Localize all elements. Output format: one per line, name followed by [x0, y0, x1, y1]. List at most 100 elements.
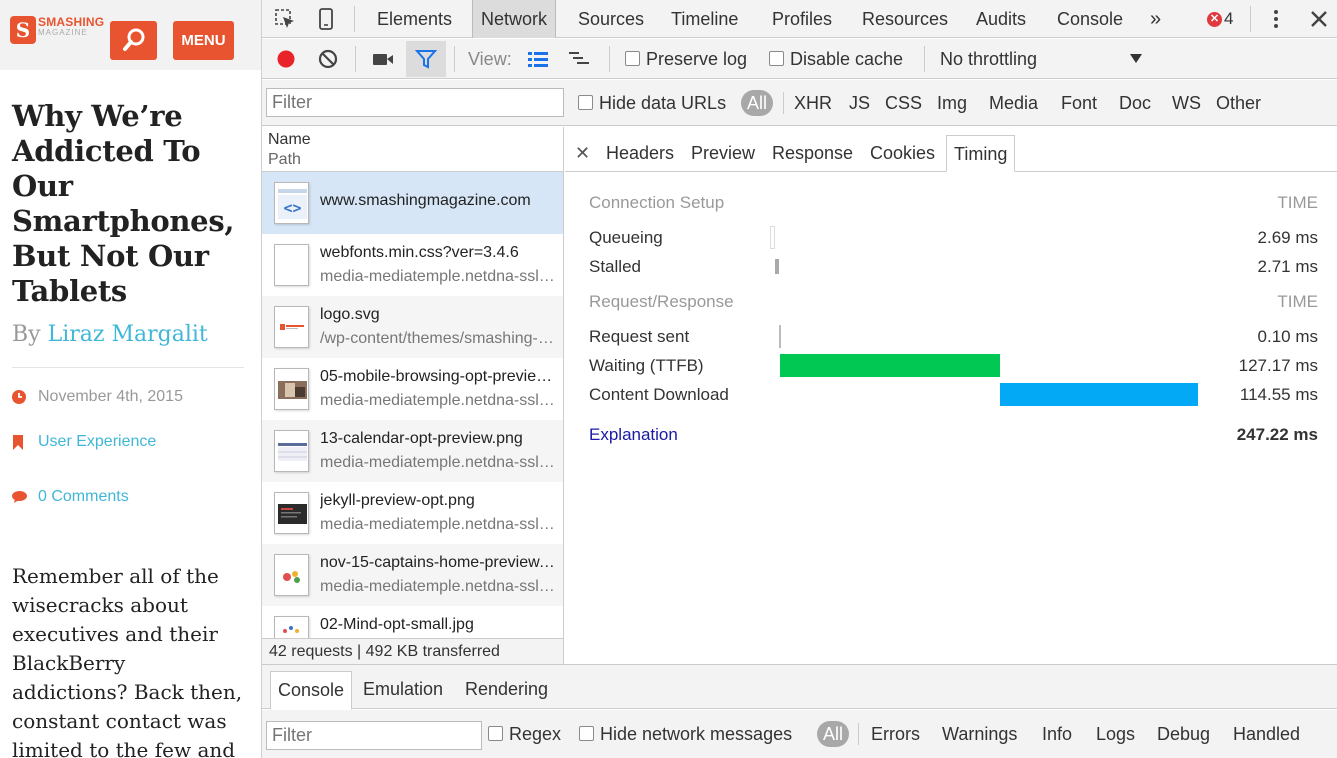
site-header: S SMASHING MAGAZINE MENU — [0, 0, 261, 70]
clear-icon[interactable] — [317, 48, 339, 70]
tab-timeline[interactable]: Timeline — [663, 0, 746, 38]
filter-icon[interactable] — [414, 48, 438, 70]
type-filter-all[interactable]: All — [741, 90, 774, 116]
drawer-tab-console[interactable]: Console — [270, 671, 353, 710]
console-filter-input[interactable] — [266, 721, 482, 750]
type-filter-css[interactable]: CSS — [885, 80, 922, 126]
logo-wordmark: SMASHING — [38, 15, 105, 29]
disable-cache-label: Disable cache — [790, 49, 904, 69]
article-comments[interactable]: 0 Comments — [12, 488, 129, 506]
network-filter-input[interactable] — [266, 88, 564, 117]
record-icon[interactable] — [275, 48, 297, 70]
tab-preview[interactable]: Preview — [684, 135, 762, 172]
disable-cache-box[interactable] — [769, 51, 784, 67]
request-row[interactable]: 13-calendar-opt-preview.png media-mediat… — [262, 420, 563, 482]
request-detail: ✕ Headers Preview Response Cookies Timin… — [565, 127, 1337, 664]
tab-network[interactable]: Network — [472, 0, 557, 38]
capture-screenshots-icon[interactable] — [372, 48, 394, 70]
request-row[interactable]: jekyll-preview-opt.png media-mediatemple… — [262, 482, 563, 544]
large-rows-icon[interactable] — [527, 48, 549, 70]
tab-resources[interactable]: Resources — [854, 0, 956, 38]
request-row[interactable]: 05-mobile-browsing-opt-preview.png media… — [262, 358, 563, 420]
type-filter-js[interactable]: JS — [849, 80, 870, 126]
close-icon[interactable] — [1308, 8, 1330, 30]
chevron-down-icon[interactable] — [1130, 54, 1142, 63]
throttling-select[interactable]: No throttling — [940, 39, 1037, 79]
level-filter-warnings[interactable]: Warnings — [942, 710, 1017, 758]
html-doc-icon: <> — [274, 182, 309, 224]
tab-timing[interactable]: Timing — [946, 135, 1016, 172]
date-text: November 4th, 2015 — [38, 388, 183, 405]
divider — [12, 367, 244, 368]
hide-network-box[interactable] — [579, 726, 594, 742]
type-filter-doc[interactable]: Doc — [1119, 80, 1151, 126]
article-title[interactable]: Why We’re Addicted To Our Smartphones, B… — [12, 99, 247, 309]
preserve-log-checkbox[interactable]: Preserve log — [625, 39, 747, 79]
inspect-element-icon[interactable] — [274, 8, 296, 30]
type-filter-ws[interactable]: WS — [1172, 80, 1201, 126]
error-count: 4 — [1224, 9, 1234, 28]
column-path-header[interactable]: Path — [268, 150, 557, 170]
request-row[interactable]: logo.svg /wp-content/themes/smashing-mag… — [262, 296, 563, 358]
close-detail-icon[interactable]: ✕ — [575, 135, 590, 172]
article-byline: By Liraz Margalit — [12, 322, 208, 347]
level-filter-errors[interactable]: Errors — [871, 710, 920, 758]
request-row[interactable]: nov-15-captains-home-preview.png media-m… — [262, 544, 563, 606]
level-filter-debug[interactable]: Debug — [1157, 710, 1210, 758]
column-name-header[interactable]: Name — [268, 130, 557, 150]
image-thumb-icon — [274, 554, 309, 596]
timing-bar-queueing — [770, 226, 775, 249]
type-filter-other[interactable]: Other — [1216, 80, 1261, 126]
level-filter-handled[interactable]: Handled — [1233, 710, 1300, 758]
device-mode-icon[interactable] — [315, 8, 337, 30]
type-filter-xhr[interactable]: XHR — [794, 80, 832, 126]
image-thumb-icon — [274, 368, 309, 410]
tab-elements[interactable]: Elements — [369, 0, 460, 38]
category-link[interactable]: User Experience — [38, 433, 156, 451]
tab-profiles[interactable]: Profiles — [764, 0, 840, 38]
network-toolbar: View: Preserve log Disable cache No thro… — [262, 39, 1337, 79]
hide-data-urls-box[interactable] — [578, 95, 593, 111]
request-row[interactable]: webfonts.min.css?ver=3.4.6 media-mediate… — [262, 234, 563, 296]
comments-link[interactable]: 0 Comments — [38, 488, 129, 506]
article-excerpt: Remember all of the wisecracks about exe… — [12, 564, 243, 758]
hide-data-urls-checkbox[interactable]: Hide data URLs — [578, 80, 726, 126]
disable-cache-checkbox[interactable]: Disable cache — [769, 39, 903, 79]
request-row[interactable]: <> www.smashingmagazine.com — [262, 172, 563, 234]
clock-icon — [12, 390, 38, 404]
hide-network-checkbox[interactable]: Hide network messages — [579, 710, 792, 758]
tab-headers[interactable]: Headers — [599, 135, 681, 172]
level-filter-info[interactable]: Info — [1042, 710, 1072, 758]
timing-value: 0.10 ms — [1257, 327, 1318, 346]
smashing-logo[interactable]: S SMASHING MAGAZINE — [10, 16, 104, 44]
kebab-menu-icon[interactable] — [1265, 8, 1287, 30]
type-filter-media[interactable]: Media — [989, 80, 1038, 126]
level-filter-all[interactable]: All — [817, 721, 850, 747]
overview-icon[interactable] — [568, 48, 590, 70]
explanation-link[interactable]: Explanation — [589, 425, 678, 445]
tab-console[interactable]: Console — [1049, 0, 1131, 38]
tab-cookies[interactable]: Cookies — [863, 135, 942, 172]
error-counter[interactable]: ✕ 4 — [1207, 9, 1233, 29]
site-menu-button[interactable]: MENU — [173, 21, 234, 60]
request-list-header[interactable]: Name Path — [262, 127, 563, 172]
regex-checkbox[interactable]: Regex — [488, 710, 561, 758]
tab-sources[interactable]: Sources — [570, 0, 652, 38]
drawer-tab-emulation[interactable]: Emulation — [356, 671, 450, 710]
type-filter-img[interactable]: Img — [937, 80, 967, 126]
tab-response[interactable]: Response — [765, 135, 860, 172]
site-search-button[interactable] — [110, 21, 157, 60]
type-filter-font[interactable]: Font — [1061, 80, 1097, 126]
regex-box[interactable] — [488, 726, 503, 742]
timing-bar-stalled — [774, 259, 780, 274]
level-filter-logs[interactable]: Logs — [1096, 710, 1135, 758]
devtools-tabbar: Elements Network Sources Timeline Profil… — [262, 0, 1337, 38]
more-tabs-button[interactable]: » — [1142, 0, 1169, 38]
article-category[interactable]: User Experience — [12, 433, 156, 451]
connection-setup-heading: Connection Setup — [589, 193, 725, 212]
tab-audits[interactable]: Audits — [968, 0, 1034, 38]
drawer-tab-rendering[interactable]: Rendering — [458, 671, 555, 710]
author-link[interactable]: Liraz Margalit — [48, 322, 208, 347]
preserve-log-box[interactable] — [625, 51, 640, 67]
request-list: Name Path <> www.smashingmagazine.com we… — [262, 127, 564, 664]
